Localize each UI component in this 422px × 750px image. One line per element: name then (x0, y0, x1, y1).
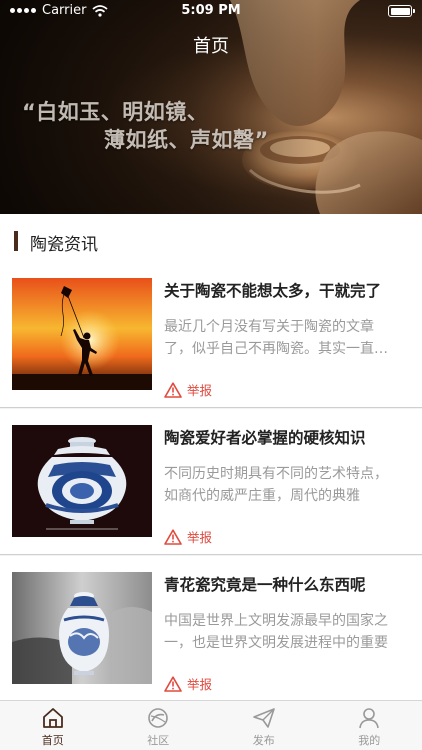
blue-white-jar-image (12, 425, 152, 537)
section-header: 陶瓷资讯 (0, 214, 422, 266)
profile-icon (359, 708, 380, 729)
report-label: 举报 (187, 383, 213, 398)
sunset-kite-image (12, 278, 152, 390)
section-title: 陶瓷资讯 (30, 235, 98, 255)
article-title: 关于陶瓷不能想太多，干就完了 (164, 282, 382, 300)
battery-icon (388, 5, 415, 17)
article-title: 陶瓷爱好者必掌握的硬核知识 (164, 429, 366, 447)
porcelain-vase-image (12, 572, 152, 684)
report-button[interactable]: 举报 (164, 380, 212, 399)
article-thumbnail (12, 278, 152, 390)
article-thumbnail (12, 425, 152, 537)
article-summary: 不同历史时期具有不同的艺术特点，如商代的威严庄重，周代的典雅 (164, 466, 388, 504)
hero-quote-line1: “白如玉、明如镜、 (22, 100, 209, 124)
page-title: 首页 (193, 36, 229, 57)
publish-icon (252, 708, 275, 728)
article-title: 青花瓷究竟是一种什么东西呢 (164, 576, 366, 594)
status-time: 5:09 PM (181, 3, 241, 18)
tab-label: 首页 (41, 734, 64, 747)
tab-publish[interactable]: 发布 (211, 701, 317, 750)
article-item[interactable]: 关于陶瓷不能想太多，干就完了 最近几个月没有写关于陶瓷的文章了，似乎自己不再陶瓷… (0, 262, 422, 408)
article-summary: 最近几个月没有写关于陶瓷的文章了，似乎自己不再陶瓷。其实一直都在 (164, 319, 388, 357)
report-label: 举报 (187, 677, 213, 692)
report-label: 举报 (187, 530, 213, 545)
report-button[interactable]: 举报 (164, 674, 212, 693)
article-thumbnail (12, 572, 152, 684)
warning-icon (164, 675, 182, 692)
tab-profile[interactable]: 我的 (317, 701, 422, 750)
community-icon (148, 708, 169, 728)
tab-label: 我的 (358, 734, 381, 747)
status-bar: Carrier 5:09 PM (0, 0, 422, 22)
tab-community[interactable]: 社区 (106, 701, 212, 750)
tab-label: 社区 (147, 734, 170, 747)
warning-icon (164, 528, 182, 545)
tab-label: 发布 (252, 734, 275, 747)
article-item[interactable]: 陶瓷爱好者必掌握的硬核知识 不同历史时期具有不同的艺术特点，如商代的威严庄重，周… (0, 409, 422, 555)
section-accent-bar (14, 231, 18, 251)
hero-banner[interactable]: Carrier 5:09 PM 首页 “白如玉、明如镜、 薄如纸、声如磬” (0, 0, 422, 214)
warning-icon (164, 381, 182, 398)
article-list: 关于陶瓷不能想太多，干就完了 最近几个月没有写关于陶瓷的文章了，似乎自己不再陶瓷… (0, 262, 422, 703)
tab-home[interactable]: 首页 (0, 701, 106, 750)
report-button[interactable]: 举报 (164, 527, 212, 546)
tab-bar: 首页 社区 发布 我的 (0, 700, 422, 750)
home-icon (42, 708, 63, 728)
article-summary: 中国是世界上文明发源最早的国家之一，也是世界文明发展进程中的重要 (164, 613, 388, 651)
hero-quote-line2: 薄如纸、声如磬” (104, 128, 269, 152)
article-item[interactable]: 青花瓷究竟是一种什么东西呢 中国是世界上文明发源最早的国家之一，也是世界文明发展… (0, 556, 422, 702)
